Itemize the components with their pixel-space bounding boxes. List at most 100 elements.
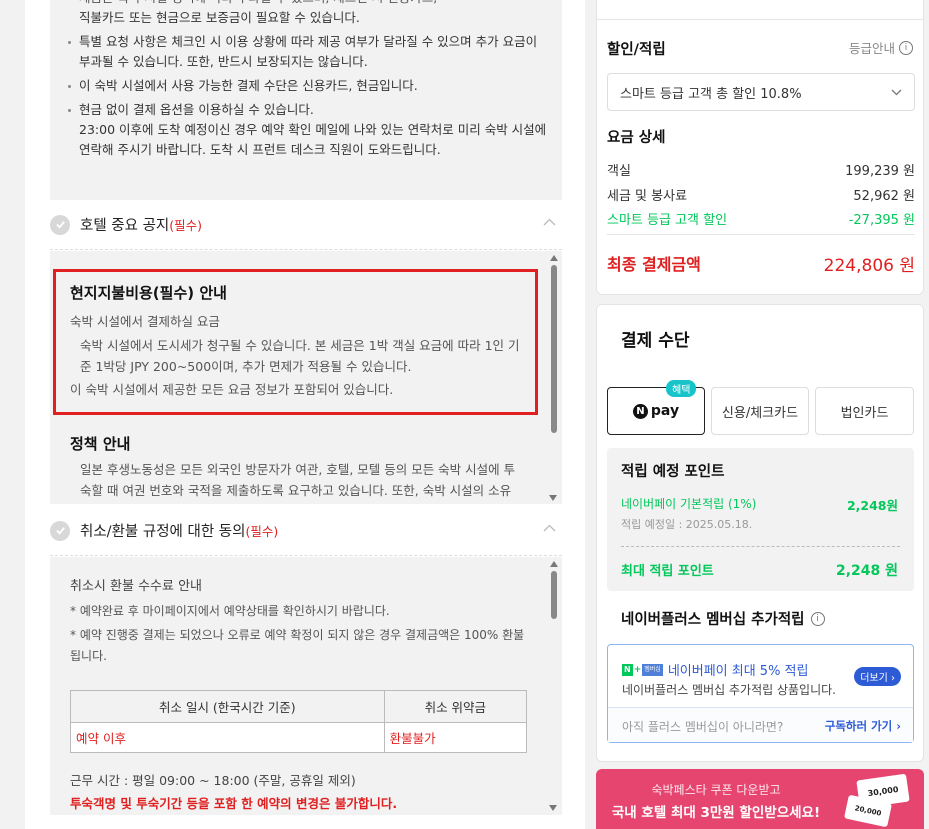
price-label: 스마트 등급 고객 할인: [607, 213, 728, 228]
scroll-up-icon[interactable]: [549, 561, 558, 567]
required-label: (필수): [245, 524, 279, 539]
discount-dropdown[interactable]: 스마트 등급 고객 총 할인 10.8%: [607, 73, 915, 111]
price-row-smart-discount: 스마트 등급 고객 할인 -27,395 원: [607, 209, 915, 228]
cancel-agree-header[interactable]: 취소/환불 규정에 대한 동의 (필수): [50, 506, 562, 556]
membership-question: 아직 플러스 멤버십이 아니라면?: [622, 720, 784, 734]
naver-plus-logo-icon: N + 멤버십: [622, 663, 663, 676]
notice-item: 특별 요청 사항은 체크인 시 이용 상황에 따라 제공 여부가 달라질 수 있…: [68, 32, 548, 72]
chevron-down-icon: [891, 89, 902, 95]
membership-headline: 네이버페이 최대 5% 적립: [667, 664, 809, 679]
check-circle-icon: [50, 214, 70, 235]
notice-item: 세금은 숙박 시설 정책에 따라 부과될 수 있으며, 체크인 시 신용카드, …: [68, 0, 548, 28]
price-summary-panel: 할인/적립 등급안내 i 스마트 등급 고객 총 할인 10.8% 요금 상세 …: [596, 0, 924, 295]
points-max-label: 최대 적립 포인트: [621, 564, 714, 579]
cancel-note: * 예약 진행중 결제는 되었으나 오류로 예약 확정이 되지 않은 경우 결제…: [70, 628, 525, 663]
npay-label: pay: [650, 403, 680, 419]
table-cell: 환불불가: [383, 722, 528, 753]
grade-info-link[interactable]: 등급안내 i: [849, 38, 913, 57]
banner-line2: 국내 호텔 최대 3만원 할인받으세요!: [611, 805, 821, 821]
table-header: 취소 위약금: [383, 690, 528, 723]
points-basic-label: 네이버페이 기본적립 (1%): [621, 497, 757, 511]
change-warning: 투숙객명 및 투숙기간 등을 포함 한 예약의 변경은 불가합니다.: [70, 796, 398, 811]
hotel-notice-header[interactable]: 호텔 중요 공지 (필수): [50, 200, 562, 250]
membership-card[interactable]: N + 멤버십 네이버페이 최대 5% 적립 네이버플러스 멤버십 추가적립 상품입…: [607, 644, 914, 743]
membership-header: 네이버플러스 멤버십 추가적립 i: [621, 608, 825, 629]
membership-headline-row: N + 멤버십 네이버페이 최대 5% 적립: [622, 660, 808, 679]
payment-panel: 결제 수단 N pay 혜택 신용/체크카드 법인카드 적립 예정 포인트 네이…: [596, 304, 924, 762]
scroll-down-icon[interactable]: [549, 805, 557, 811]
total-label: 최종 결제금액: [607, 255, 701, 274]
points-max-value: 2,248 원: [835, 563, 898, 579]
policy-text: 일본 후생노동성은 모든 외국인 방문자가 여관, 호텔, 모텔 등의 모든 숙…: [80, 462, 516, 498]
price-label: 세금 및 봉사료: [607, 189, 688, 204]
cancel-fee-title: 취소시 환불 수수료 안내: [70, 579, 202, 594]
discount-dropdown-value: 스마트 등급 고객 총 할인 10.8%: [620, 86, 802, 102]
points-box: 적립 예정 포인트 네이버페이 기본적립 (1%) 2,248원 적립 예정일 …: [607, 448, 914, 591]
notice-item: 이 숙박 시설에서 사용 가능한 결제 수단은 신용카드, 현금입니다.: [68, 76, 548, 96]
card-label: 신용/체크카드: [721, 405, 799, 421]
points-basic-value: 2,248원: [846, 498, 898, 513]
total-value: 224,806 원: [823, 256, 915, 276]
membership-footer: 아직 플러스 멤버십이 아니라면? 구독하러 가기 ›: [608, 707, 913, 742]
policy-title: 정책 안내: [70, 435, 131, 453]
hotel-notice-title: 호텔 중요 공지: [80, 218, 170, 234]
cancel-fee-table: 취소 일시 (한국시간 기준) 취소 위약금 예약 이후 환불불가: [70, 690, 528, 753]
npay-button[interactable]: N pay 혜택: [607, 380, 705, 435]
table-cell: 예약 이후: [70, 722, 385, 753]
required-label: (필수): [169, 218, 203, 233]
info-icon: i: [899, 40, 913, 55]
discount-title: 할인/적립: [607, 42, 666, 58]
payment-title: 결제 수단: [621, 331, 690, 351]
price-label: 객실: [607, 164, 631, 179]
price-value: 52,962 원: [853, 189, 915, 204]
check-circle-icon: [50, 520, 70, 541]
price-row-room: 객실 199,239 원: [607, 160, 915, 179]
notice-box: 세금은 숙박 시설 정책에 따라 부과될 수 있으며, 체크인 시 신용카드, …: [50, 0, 562, 200]
divider: [607, 234, 915, 235]
corp-label: 법인카드: [840, 405, 889, 421]
naver-n-icon: N: [632, 403, 648, 419]
work-hours: 근무 시간 : 평일 09:00 ~ 18:00 (주말, 공휴일 제외): [70, 773, 356, 788]
promo-banner[interactable]: 숙박페스타 쿠폰 다운받고 국내 호텔 최대 3만원 할인받으세요! 30,00…: [596, 769, 924, 829]
divider: [621, 546, 900, 547]
corp-card-button[interactable]: 법인카드: [815, 387, 914, 435]
scroll-thumb[interactable]: [550, 571, 557, 619]
divider: [597, 0, 923, 20]
hotel-notice-content[interactable]: 현지지불비용(필수) 안내 숙박 시설에서 결제하실 요금 숙박 시설에서 도시…: [50, 251, 562, 504]
price-row-tax: 세금 및 봉사료 52,962 원: [607, 185, 915, 204]
local-fee-subtitle: 숙박 시설에서 결제하실 요금: [70, 314, 220, 329]
points-date: 적립 예정일 : 2025.05.18.: [621, 518, 753, 531]
price-value: -27,395 원: [848, 213, 915, 228]
cancel-agree-title: 취소/환불 규정에 대한 동의: [80, 524, 246, 540]
notice-item: 현금 없이 결제 옵션을 이용하실 수 있습니다. 23:00 이후에 도착 예…: [68, 100, 548, 160]
table-row: 예약 이후 환불불가: [70, 722, 528, 753]
membership-title: 네이버플러스 멤버십 추가적립: [621, 612, 805, 628]
local-fee-box: 현지지불비용(필수) 안내 숙박 시설에서 결제하실 요금 숙박 시설에서 도시…: [53, 269, 538, 415]
chevron-up-icon[interactable]: [543, 524, 556, 532]
cancel-content[interactable]: 취소시 환불 수수료 안내 * 예약완료 후 마이페이지에서 예약상태를 확인하…: [50, 557, 562, 815]
price-row-total: 최종 결제금액 224,806 원: [607, 251, 915, 276]
price-value: 199,239 원: [845, 164, 915, 179]
scroll-up-icon[interactable]: [549, 255, 558, 261]
scroll-down-icon[interactable]: [549, 495, 557, 501]
scrollbar[interactable]: [549, 561, 558, 811]
info-icon[interactable]: i: [810, 611, 825, 626]
subscribe-link[interactable]: 구독하러 가기 ›: [825, 718, 901, 734]
chevron-up-icon[interactable]: [543, 218, 556, 226]
cancel-note: * 예약완료 후 마이페이지에서 예약상태를 확인하시기 바랍니다.: [70, 604, 390, 618]
more-label: 더보기: [860, 673, 888, 684]
scrollbar[interactable]: [549, 255, 558, 501]
card-button[interactable]: 신용/체크카드: [711, 387, 809, 435]
grade-info-label: 등급안내: [848, 41, 895, 56]
local-fee-note: 이 숙박 시설에서 제공한 모든 요금 정보가 포함되어 있습니다.: [70, 382, 394, 397]
scroll-thumb[interactable]: [550, 265, 557, 433]
points-title: 적립 예정 포인트: [621, 464, 725, 480]
price-detail-title: 요금 상세: [607, 130, 666, 146]
benefit-badge: 혜택: [666, 380, 697, 397]
banner-line1: 숙박페스타 쿠폰 다운받고: [651, 783, 781, 797]
local-fee-detail: 숙박 시설에서 도시세가 청구될 수 있습니다. 본 세금은 1박 객실 요금에…: [80, 338, 520, 374]
membership-sub: 네이버플러스 멤버십 추가적립 상품입니다.: [622, 683, 836, 697]
table-header: 취소 일시 (한국시간 기준): [70, 690, 385, 723]
local-fee-title: 현지지불비용(필수) 안내: [70, 284, 227, 302]
more-button[interactable]: 더보기 ›: [854, 667, 901, 686]
